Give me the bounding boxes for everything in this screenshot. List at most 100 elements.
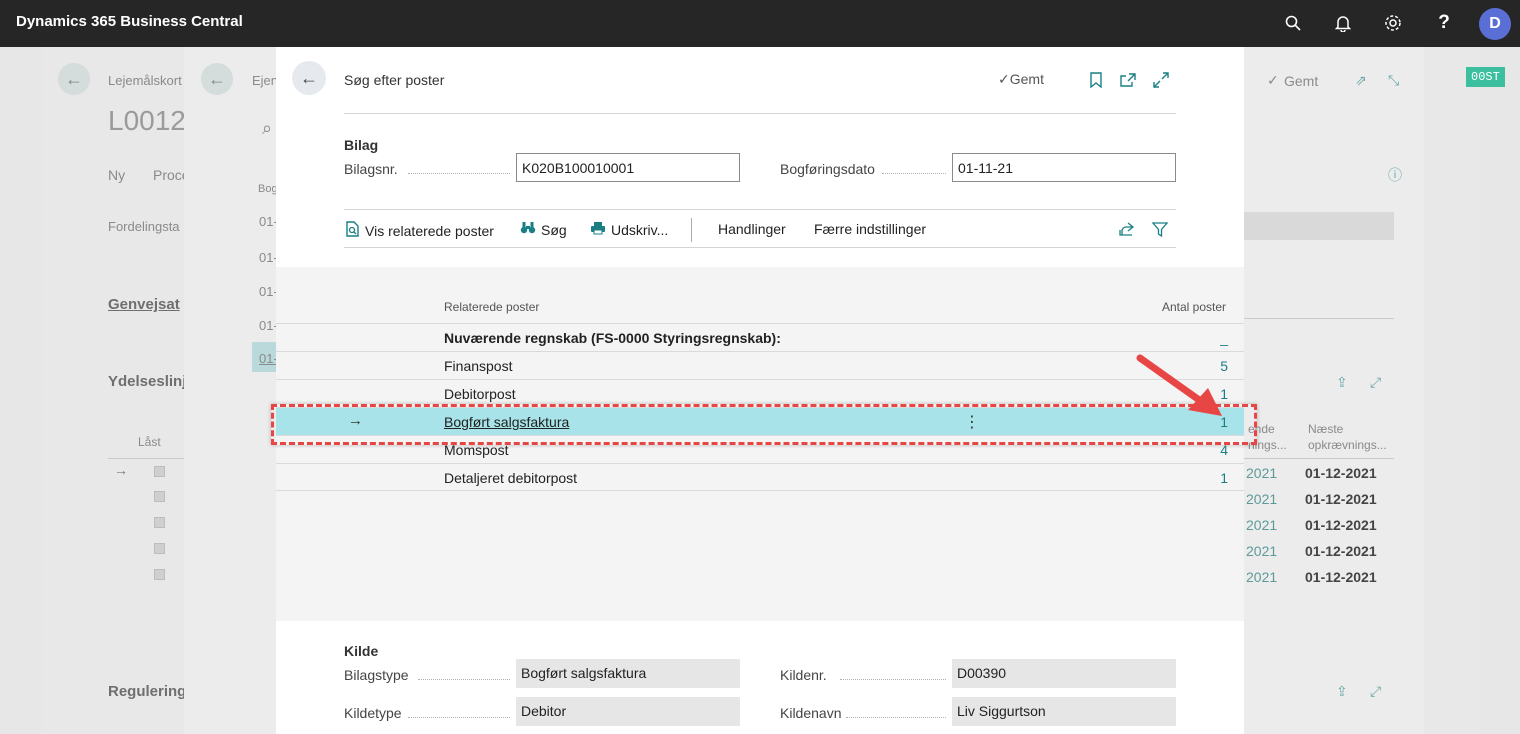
expand-icon[interactable]: ⤢ — [1370, 683, 1381, 700]
row-date[interactable]: 01- — [259, 284, 278, 299]
entry-count[interactable]: 1 — [1220, 470, 1228, 486]
field-label-bilagsnr: Bilagsnr. — [344, 161, 398, 177]
help-icon[interactable]: ? — [1433, 12, 1455, 34]
annotation-highlight-box — [271, 404, 1257, 445]
action-label: Udskriv... — [611, 221, 669, 238]
background-field — [1244, 212, 1394, 240]
breadcrumb: Ejen — [252, 73, 279, 88]
dotted-leader — [840, 679, 946, 680]
dotted-leader — [882, 173, 946, 174]
dotted-leader — [408, 173, 510, 174]
dotted-leader — [846, 717, 946, 718]
share-icon[interactable]: ⇪ — [1336, 374, 1348, 391]
search-button[interactable]: Søg — [520, 221, 567, 238]
show-related-entries-button[interactable]: Vis relaterede poster — [346, 221, 494, 240]
open-new-icon[interactable]: ⇗ — [1355, 72, 1367, 89]
checkbox[interactable] — [154, 517, 165, 528]
open-new-window-icon[interactable] — [1119, 71, 1137, 89]
row-date[interactable]: 01- — [259, 214, 278, 229]
check-icon: ✓ — [1267, 72, 1279, 88]
field-label-kildenr: Kildenr. — [780, 667, 827, 683]
bookmark-icon[interactable] — [1087, 71, 1105, 89]
date-cell: 2021 — [1246, 491, 1278, 507]
table-row[interactable]: Finanspost 5 — [276, 351, 1244, 379]
table-row[interactable]: Detaljeret debitorpost 1 — [276, 463, 1244, 491]
table-row[interactable]: Debitorpost 1 — [276, 379, 1244, 407]
row-arrow-icon: → — [114, 462, 128, 478]
entry-name: Debitorpost — [444, 386, 516, 402]
col-locked: Låst — [138, 435, 161, 449]
action-new[interactable]: Ny — [108, 167, 125, 183]
field-label-kildenavn: Kildenavn — [780, 705, 842, 721]
checkbox[interactable] — [154, 491, 165, 502]
column-header: Bog — [258, 183, 278, 195]
share-icon[interactable]: ⇪ — [1336, 683, 1348, 700]
column-header-count[interactable]: Antal poster — [1162, 300, 1226, 314]
share-icon[interactable] — [1118, 220, 1136, 238]
status-badge: 00ST — [1466, 67, 1505, 87]
bell-icon[interactable] — [1332, 12, 1354, 34]
dialog-title: Søg efter poster — [344, 72, 445, 88]
action-label: Vis relaterede poster — [365, 222, 494, 239]
back-arrow-icon[interactable]: ← — [58, 63, 90, 95]
row-date[interactable]: 01- — [259, 318, 278, 333]
actions-menu[interactable]: Handlinger — [718, 221, 786, 237]
expand-icon[interactable] — [1152, 71, 1170, 89]
section-shortcuts[interactable]: Genvejsat — [108, 296, 180, 313]
date-cell: 01-12-2021 — [1305, 491, 1377, 507]
dotted-leader — [408, 717, 510, 718]
filter-icon[interactable] — [1151, 220, 1169, 238]
annotation-arrow-icon — [1136, 354, 1222, 416]
field-label-bilagstype: Bilagstype — [344, 667, 409, 683]
date-cell: 2021 — [1246, 517, 1278, 533]
col-header-next: Næste — [1308, 422, 1344, 436]
section-bilag[interactable]: Bilag — [344, 137, 378, 153]
avatar[interactable]: D — [1479, 8, 1511, 40]
section-lines[interactable]: Ydelseslinj — [108, 373, 186, 390]
row-date[interactable]: 01- — [259, 250, 278, 265]
divider — [1244, 458, 1394, 459]
toolbar-separator — [691, 218, 692, 242]
action-label: Færre indstillinger — [814, 221, 927, 237]
source-section: Kilde Bilagstype Bogført salgsfaktura Ki… — [276, 621, 1244, 734]
bogfoeringsdato-input[interactable]: 01-11-21 — [952, 153, 1176, 182]
row-date[interactable]: 01- — [259, 351, 278, 366]
entry-name: Detaljeret debitorpost — [444, 470, 578, 486]
section-regulation[interactable]: Regulering — [108, 683, 186, 700]
checkbox[interactable] — [154, 466, 165, 477]
top-bar: Dynamics 365 Business Central ? D — [0, 0, 1520, 47]
column-header-related[interactable]: Relaterede poster — [444, 300, 539, 314]
back-arrow-icon[interactable]: ← — [292, 61, 326, 95]
section-kilde[interactable]: Kilde — [344, 643, 378, 659]
search-icon[interactable]: ⌕ — [262, 118, 272, 139]
info-icon[interactable]: ⓘ — [1388, 165, 1402, 185]
divider — [344, 113, 1176, 114]
bilagsnr-input[interactable]: K020B100010001 — [516, 153, 740, 182]
saved-label: Gemt — [1009, 71, 1044, 87]
gear-icon[interactable] — [1382, 12, 1404, 34]
back-arrow-icon[interactable]: ← — [201, 63, 233, 95]
fewer-options-button[interactable]: Færre indstillinger — [814, 221, 926, 237]
checkbox[interactable] — [154, 569, 165, 580]
collapse-icon[interactable]: ⤡ — [1388, 72, 1399, 89]
kildenavn-field: Liv Siggurtson — [952, 697, 1176, 726]
saved-status: Gemt — [1284, 73, 1319, 89]
date-cell: 01-12-2021 — [1305, 465, 1377, 481]
divider — [344, 209, 1176, 210]
field-label: Fordelingsta — [108, 219, 180, 234]
date-cell: 01-12-2021 — [1305, 543, 1377, 559]
breadcrumb: Lejemålskort — [108, 73, 182, 88]
action-label: Handlinger — [718, 221, 786, 237]
binoculars-icon — [520, 221, 536, 238]
date-cell: 2021 — [1246, 465, 1278, 481]
group-count: _ — [1220, 330, 1228, 346]
print-button[interactable]: Udskriv... — [590, 221, 668, 238]
col-header-next: opkrævnings... — [1308, 438, 1387, 452]
app-title[interactable]: Dynamics 365 Business Central — [16, 13, 243, 30]
checkbox[interactable] — [154, 543, 165, 554]
search-icon[interactable] — [1282, 12, 1304, 34]
find-entries-dialog: ← Søg efter poster ✓Gemt Bilag Bilagsnr.… — [276, 47, 1244, 734]
date-cell: 2021 — [1246, 569, 1278, 585]
printer-icon — [590, 221, 606, 238]
expand-icon[interactable]: ⤢ — [1370, 374, 1381, 391]
